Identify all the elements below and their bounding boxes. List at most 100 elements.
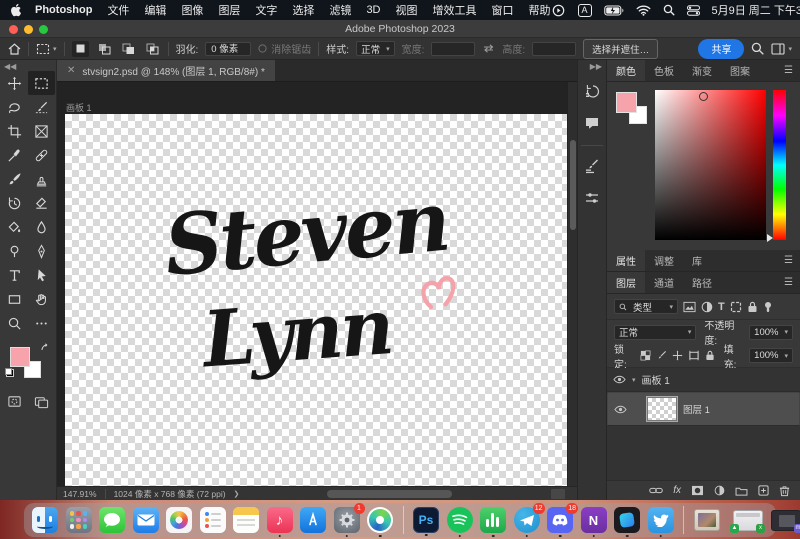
brushes-panel-icon[interactable] <box>580 186 604 210</box>
more-tools-icon[interactable] <box>28 311 55 335</box>
filter-adjustment-layers-icon[interactable] <box>701 301 713 313</box>
filter-smart-objects-icon[interactable] <box>747 301 758 313</box>
lock-transparency-icon[interactable] <box>640 350 651 361</box>
select-and-mask-button[interactable]: 选择并遮住… <box>583 39 658 59</box>
dock-discord-icon[interactable]: 18 <box>547 507 573 533</box>
lock-artboard-icon[interactable] <box>688 350 700 361</box>
blur-tool[interactable] <box>28 215 55 239</box>
color-panel-menu-icon[interactable]: ☰ <box>777 60 800 81</box>
document-tab[interactable]: ✕ stvsign2.psd @ 148% (图层 1, RGB/8#) * <box>57 60 275 81</box>
hand-tool[interactable] <box>28 287 55 311</box>
zoom-level-field[interactable]: 147.91% <box>63 489 97 499</box>
screen-record-icon[interactable] <box>551 4 566 17</box>
menu-3d[interactable]: 3D <box>366 4 380 16</box>
minimized-window-1[interactable]: ▲ x <box>733 510 763 531</box>
default-colors-icon[interactable] <box>6 369 14 377</box>
brush-settings-panel-icon[interactable] <box>580 154 604 178</box>
lock-pixels-icon[interactable] <box>656 350 667 361</box>
healing-brush-tool[interactable] <box>28 143 55 167</box>
minimized-window-2[interactable]: m <box>771 510 800 531</box>
home-icon[interactable] <box>8 43 21 55</box>
add-layer-mask-icon[interactable] <box>691 485 704 496</box>
tab-gradients[interactable]: 渐变 <box>683 60 721 81</box>
foreground-color-swatch[interactable] <box>10 347 30 367</box>
subtract-from-selection-mode-icon[interactable] <box>120 41 137 57</box>
menu-select[interactable]: 选择 <box>292 2 314 18</box>
opacity-select[interactable]: 100%▾ <box>749 325 793 340</box>
panel-foreground-swatch[interactable] <box>616 92 637 113</box>
eraser-tool[interactable] <box>28 191 55 215</box>
dock-music-icon[interactable]: ♪ <box>267 507 293 533</box>
apple-menu-icon[interactable] <box>10 3 23 17</box>
swap-dimensions-icon[interactable] <box>482 43 495 54</box>
saturation-brightness-field[interactable] <box>655 90 766 240</box>
dock-telegram-icon[interactable]: 12 <box>514 507 540 533</box>
dock-onenote-icon[interactable]: N <box>581 507 607 533</box>
quick-mask-mode-icon[interactable] <box>1 389 28 413</box>
dock-photoshop-icon[interactable]: Ps <box>413 507 439 533</box>
object-selection-tool[interactable] <box>28 95 55 119</box>
control-center-icon[interactable] <box>687 5 700 16</box>
brush-tool[interactable] <box>1 167 28 191</box>
height-input[interactable] <box>532 42 576 56</box>
menu-edit[interactable]: 编辑 <box>144 2 166 18</box>
share-button[interactable]: 共享 <box>698 39 744 59</box>
dock-messages-icon[interactable] <box>99 507 125 533</box>
collapse-tools-icon[interactable]: ◀◀ <box>0 60 56 71</box>
add-to-selection-mode-icon[interactable] <box>96 41 113 57</box>
expand-panels-icon[interactable]: ▶▶ <box>590 62 602 71</box>
visibility-eye-icon[interactable] <box>614 405 627 414</box>
history-brush-tool[interactable] <box>1 191 28 215</box>
vertical-scrollbar[interactable] <box>567 82 577 486</box>
battery-icon[interactable] <box>604 5 624 16</box>
layer-row-selected[interactable]: 图层 1 <box>607 392 800 426</box>
current-tool-preset[interactable]: ▾ <box>36 43 57 55</box>
tab-swatches[interactable]: 色板 <box>645 60 683 81</box>
properties-panel-menu-icon[interactable]: ☰ <box>777 250 800 271</box>
hue-slider[interactable] <box>773 90 786 240</box>
menu-image[interactable]: 图像 <box>181 2 203 18</box>
lasso-tool[interactable] <box>1 95 28 119</box>
antialias-checkbox[interactable]: 消除锯齿 <box>258 41 311 56</box>
dock-finder-icon[interactable] <box>32 507 58 533</box>
screen-mode-icon[interactable] <box>28 389 55 413</box>
history-panel-icon[interactable] <box>580 79 604 103</box>
dock-spotify-icon[interactable] <box>447 507 473 533</box>
rectangular-marquee-tool[interactable] <box>28 71 55 95</box>
dodge-tool[interactable] <box>1 239 28 263</box>
tab-adjustments[interactable]: 调整 <box>645 250 683 271</box>
menu-plugins[interactable]: 增效工具 <box>433 2 477 18</box>
dock-appstore-icon[interactable] <box>300 507 326 533</box>
filter-pixel-layers-icon[interactable] <box>683 301 696 313</box>
menu-view[interactable]: 视图 <box>396 2 418 18</box>
menu-help[interactable]: 帮助 <box>529 2 551 18</box>
clone-stamp-tool[interactable] <box>28 167 55 191</box>
new-selection-mode-icon[interactable] <box>72 41 89 57</box>
move-tool[interactable] <box>1 71 28 95</box>
dock-twitter-icon[interactable] <box>648 507 674 533</box>
feather-input[interactable]: 0 像素 <box>205 42 251 56</box>
vertical-scrollbar-thumb[interactable] <box>570 140 576 230</box>
tab-color[interactable]: 颜色 <box>607 60 645 81</box>
delete-layer-icon[interactable] <box>779 485 790 497</box>
spotlight-search-icon[interactable] <box>663 4 675 16</box>
tab-layers[interactable]: 图层 <box>607 272 645 293</box>
filter-type-layers-icon[interactable]: T <box>718 301 725 313</box>
search-icon[interactable] <box>751 42 764 55</box>
color-picker-ring[interactable] <box>699 92 708 101</box>
dock-launchpad-icon[interactable] <box>66 507 92 533</box>
filter-shape-layers-icon[interactable] <box>730 301 742 313</box>
menu-type[interactable]: 文字 <box>255 2 277 18</box>
hue-slider-pointer[interactable] <box>767 234 773 242</box>
eyedropper-tool[interactable] <box>1 143 28 167</box>
resize-corner[interactable] <box>551 489 565 499</box>
zoom-tool[interactable] <box>1 311 28 335</box>
dock-notes-icon[interactable] <box>233 507 259 533</box>
layers-panel-menu-icon[interactable]: ☰ <box>777 272 800 293</box>
menu-app-photoshop[interactable]: Photoshop <box>35 4 92 16</box>
tab-patterns[interactable]: 图案 <box>721 60 759 81</box>
horizontal-scrollbar-thumb[interactable] <box>327 490 452 498</box>
new-layer-icon[interactable] <box>758 485 769 496</box>
new-adjustment-layer-icon[interactable] <box>714 485 725 496</box>
crop-tool[interactable] <box>1 119 28 143</box>
